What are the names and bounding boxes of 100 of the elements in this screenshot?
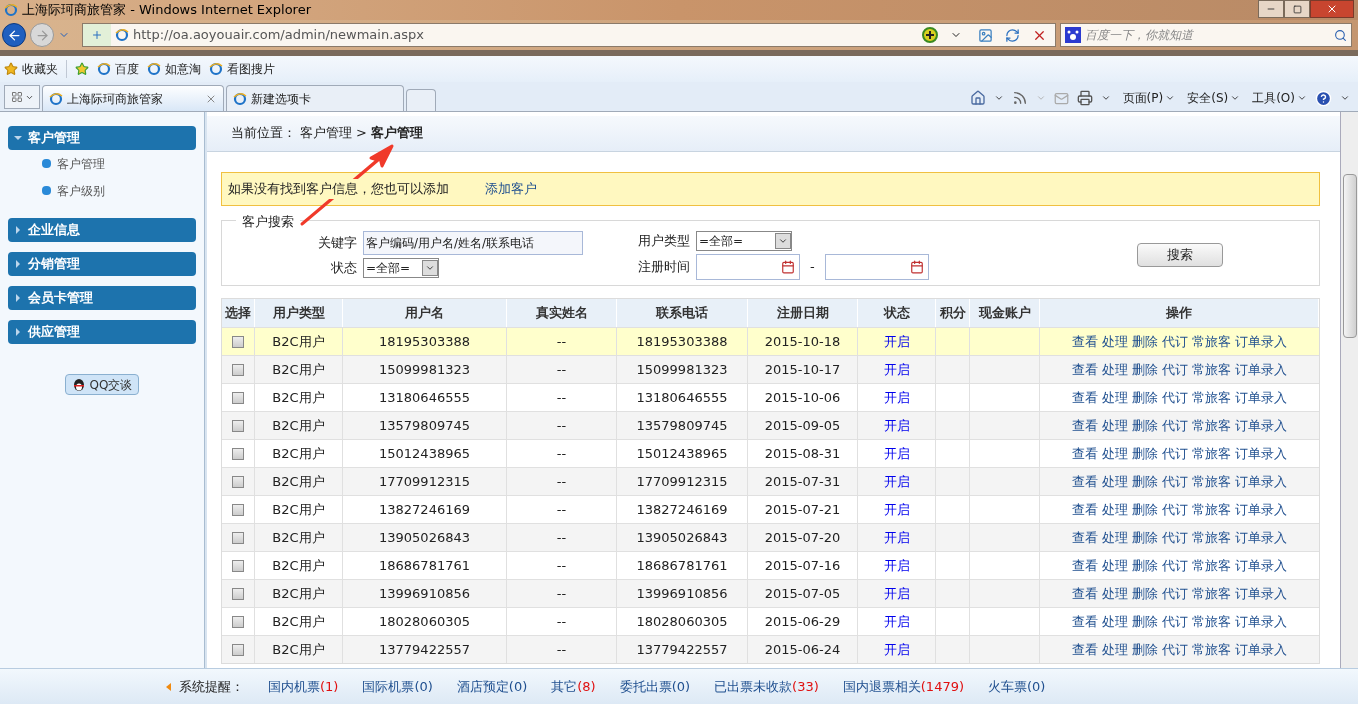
action-link[interactable]: 处理 — [1102, 527, 1128, 548]
table-row[interactable]: B2C用户 15099981323 -- 15099981323 2015-10-17 开启 查看 处理 删除 代订 常旅客 订单录入 — [222, 355, 1319, 383]
action-link[interactable]: 查看 — [1072, 387, 1098, 408]
action-link[interactable]: 常旅客 — [1192, 471, 1231, 492]
action-link[interactable]: 代订 — [1162, 471, 1188, 492]
action-link[interactable]: 代订 — [1162, 415, 1188, 436]
action-link[interactable]: 查看 — [1072, 583, 1098, 604]
sidebar-item[interactable]: 客户级别 — [8, 177, 196, 204]
search-input[interactable]: 百度一下，你就知道 — [1085, 26, 1330, 44]
reminder-link[interactable]: 国际机票(0) — [362, 676, 433, 697]
browser-tab[interactable]: 上海际珂商旅管家 — [42, 85, 224, 111]
action-link[interactable]: 处理 — [1102, 387, 1128, 408]
reminder-link[interactable]: 国内机票(1) — [268, 676, 339, 697]
action-link[interactable]: 删除 — [1132, 527, 1158, 548]
date-field[interactable] — [824, 254, 929, 280]
keyword-field[interactable]: 客户编码/用户名/姓名/联系电话 — [363, 231, 583, 255]
date-field[interactable] — [696, 254, 800, 280]
add-favorite-icon[interactable] — [75, 62, 89, 76]
feed-icon[interactable] — [1011, 90, 1028, 106]
action-link[interactable]: 删除 — [1132, 443, 1158, 464]
action-link[interactable]: 查看 — [1072, 639, 1098, 660]
favorite-link[interactable]: 如意淘 — [147, 60, 201, 78]
action-link[interactable]: 订单录入 — [1235, 639, 1287, 660]
action-link[interactable]: 常旅客 — [1192, 555, 1231, 576]
action-link[interactable]: 常旅客 — [1192, 443, 1231, 464]
scrollbar-thumb[interactable] — [1343, 174, 1357, 338]
action-link[interactable]: 查看 — [1072, 359, 1098, 380]
action-link[interactable]: 常旅客 — [1192, 527, 1231, 548]
command-menu[interactable]: 安全(S) — [1187, 89, 1241, 107]
search-button[interactable]: 搜索 — [1137, 243, 1223, 267]
favorites-button[interactable]: 收藏夹 — [4, 60, 67, 78]
action-link[interactable]: 查看 — [1072, 555, 1098, 576]
action-link[interactable]: 查看 — [1072, 471, 1098, 492]
browser-tab[interactable]: 新建选项卡 — [226, 85, 404, 111]
row-checkbox[interactable] — [232, 587, 244, 600]
reminder-link[interactable]: 其它(8) — [551, 676, 596, 697]
action-link[interactable]: 常旅客 — [1192, 639, 1231, 660]
new-tab-button[interactable] — [406, 89, 436, 111]
row-checkbox[interactable] — [232, 475, 244, 488]
sidebar-section[interactable]: 会员卡管理 — [8, 286, 196, 310]
action-link[interactable]: 查看 — [1072, 611, 1098, 632]
action-link[interactable]: 订单录入 — [1235, 583, 1287, 604]
action-link[interactable]: 查看 — [1072, 415, 1098, 436]
breadcrumb-link[interactable]: 客户管理 — [300, 123, 352, 143]
action-link[interactable]: 删除 — [1132, 387, 1158, 408]
action-link[interactable]: 代订 — [1162, 639, 1188, 660]
row-checkbox[interactable] — [232, 559, 244, 572]
quick-tabs-button[interactable] — [4, 85, 40, 109]
action-link[interactable]: 代订 — [1162, 583, 1188, 604]
row-checkbox[interactable] — [232, 615, 244, 628]
minimize-button[interactable] — [1258, 0, 1284, 18]
command-menu[interactable]: 页面(P) — [1122, 89, 1176, 107]
addon-icon[interactable] — [922, 27, 938, 43]
action-link[interactable]: 常旅客 — [1192, 611, 1231, 632]
action-link[interactable]: 订单录入 — [1235, 443, 1287, 464]
row-checkbox[interactable] — [232, 503, 244, 516]
action-link[interactable]: 订单录入 — [1235, 359, 1287, 380]
reminder-link[interactable]: 已出票未收款(33) — [714, 676, 819, 697]
scrollbar[interactable] — [1340, 112, 1358, 668]
help-icon[interactable] — [1315, 89, 1332, 107]
action-link[interactable]: 代订 — [1162, 555, 1188, 576]
action-link[interactable]: 删除 — [1132, 639, 1158, 660]
qq-chat-button[interactable]: QQ交谈 — [64, 374, 140, 395]
table-row[interactable]: B2C用户 13905026843 -- 13905026843 2015-07-20 开启 查看 处理 删除 代订 常旅客 订单录入 — [222, 523, 1319, 551]
table-row[interactable]: B2C用户 13180646555 -- 13180646555 2015-10-06 开启 查看 处理 删除 代订 常旅客 订单录入 — [222, 383, 1319, 411]
action-link[interactable]: 常旅客 — [1192, 359, 1231, 380]
action-link[interactable]: 常旅客 — [1192, 499, 1231, 520]
mail-icon[interactable] — [1053, 90, 1069, 106]
action-link[interactable]: 处理 — [1102, 331, 1128, 352]
table-row[interactable]: B2C用户 13996910856 -- 13996910856 2015-07-05 开启 查看 处理 删除 代订 常旅客 订单录入 — [222, 579, 1319, 607]
action-link[interactable]: 处理 — [1102, 415, 1128, 436]
action-link[interactable]: 查看 — [1072, 499, 1098, 520]
action-link[interactable]: 处理 — [1102, 555, 1128, 576]
action-link[interactable]: 查看 — [1072, 443, 1098, 464]
sidebar-section[interactable]: 企业信息 — [8, 218, 196, 242]
action-link[interactable]: 处理 — [1102, 611, 1128, 632]
action-link[interactable]: 处理 — [1102, 639, 1128, 660]
row-checkbox[interactable] — [232, 643, 244, 656]
action-link[interactable]: 订单录入 — [1235, 331, 1287, 352]
command-menu[interactable]: 工具(O) — [1252, 89, 1307, 107]
reminder-link[interactable]: 国内退票相关(1479) — [842, 676, 965, 697]
reminder-link[interactable]: 酒店预定(0) — [456, 676, 528, 697]
action-link[interactable]: 订单录入 — [1235, 387, 1287, 408]
action-link[interactable]: 订单录入 — [1235, 415, 1287, 436]
reminder-link[interactable]: 火车票(0) — [988, 676, 1046, 697]
action-link[interactable]: 订单录入 — [1235, 471, 1287, 492]
maximize-button[interactable] — [1284, 0, 1310, 18]
action-link[interactable]: 删除 — [1132, 471, 1158, 492]
action-link[interactable]: 删除 — [1132, 583, 1158, 604]
sidebar-section[interactable]: 分销管理 — [8, 252, 196, 276]
action-link[interactable]: 处理 — [1102, 499, 1128, 520]
table-row[interactable]: B2C用户 18028060305 -- 18028060305 2015-06-29 开启 查看 处理 删除 代订 常旅客 订单录入 — [222, 607, 1319, 635]
action-link[interactable]: 处理 — [1102, 583, 1128, 604]
action-link[interactable]: 处理 — [1102, 443, 1128, 464]
action-link[interactable]: 处理 — [1102, 471, 1128, 492]
print-icon[interactable] — [1076, 90, 1093, 106]
action-link[interactable]: 常旅客 — [1192, 387, 1231, 408]
table-row[interactable]: B2C用户 15012438965 -- 15012438965 2015-08-31 开启 查看 处理 删除 代订 常旅客 订单录入 — [222, 439, 1319, 467]
table-row[interactable]: B2C用户 17709912315 -- 17709912315 2015-07-31 开启 查看 处理 删除 代订 常旅客 订单录入 — [222, 467, 1319, 495]
action-link[interactable]: 代订 — [1162, 527, 1188, 548]
